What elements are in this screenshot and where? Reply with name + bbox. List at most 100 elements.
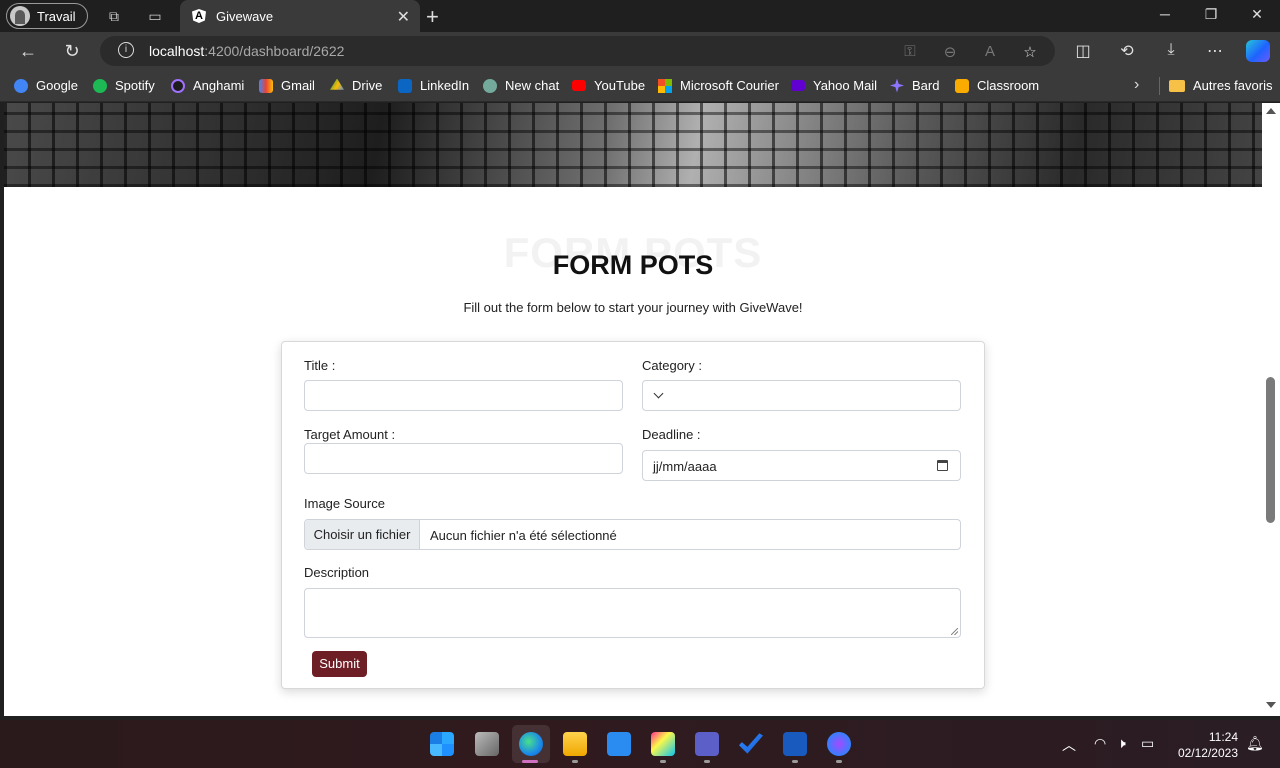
youtube-icon xyxy=(572,80,586,91)
pot-form: Title : Category : Target Amount : Deadl… xyxy=(281,341,985,689)
zoom-out-icon[interactable]: ⊖ xyxy=(940,43,960,61)
close-tab-icon[interactable]: ✕ xyxy=(397,7,410,27)
browser-toolbar: ← ↻ i localhost:4200/dashboard/2622 ⚿ ⊖ … xyxy=(0,32,1280,70)
bookmark-linkedin[interactable]: LinkedIn xyxy=(398,78,469,93)
active-app-indicator xyxy=(522,760,538,763)
choose-file-button[interactable]: Choisir un fichier xyxy=(305,520,420,549)
linkedin-icon xyxy=(398,78,412,93)
profile-button[interactable]: Travail xyxy=(6,3,88,29)
microsoft-icon xyxy=(658,78,672,93)
key-icon[interactable]: ⚿ xyxy=(900,43,920,60)
scroll-up-icon[interactable] xyxy=(1266,108,1276,114)
deadline-label: Deadline : xyxy=(642,427,701,442)
file-explorer-icon[interactable] xyxy=(563,732,587,756)
target-amount-label: Target Amount : xyxy=(304,427,396,442)
messenger-icon[interactable] xyxy=(827,732,851,756)
image-source-label: Image Source xyxy=(304,496,385,511)
copilot-icon[interactable] xyxy=(1246,40,1270,62)
history-icon[interactable]: ⟲ xyxy=(1116,41,1138,61)
yahoo-icon xyxy=(791,80,805,91)
chevron-up-icon[interactable]: ︿ xyxy=(1062,735,1076,755)
tab-actions-icon[interactable]: ▭ xyxy=(145,6,165,26)
bookmark-bard[interactable]: Bard xyxy=(890,78,939,93)
minimize-icon[interactable]: ─ xyxy=(1155,6,1175,22)
hero-banner-image xyxy=(4,103,1262,187)
category-select[interactable] xyxy=(642,380,961,411)
resize-handle-icon[interactable] xyxy=(951,628,958,635)
split-screen-icon[interactable]: ◫ xyxy=(1072,41,1094,61)
bookmark-drive[interactable]: Drive xyxy=(330,78,382,93)
bookmark-google[interactable]: Google xyxy=(14,78,78,93)
mail-icon[interactable] xyxy=(607,732,631,756)
refresh-icon[interactable]: ↻ xyxy=(60,40,84,62)
google-icon xyxy=(14,78,28,93)
browser-titlebar: Travail ⧉ ▭ A Givewave ✕ + ─ ❐ ✕ xyxy=(0,0,1280,32)
running-indicator xyxy=(792,760,798,763)
category-label: Category : xyxy=(642,358,702,373)
file-status-text: Aucun fichier n'a été sélectionné xyxy=(430,528,617,543)
more-menu-icon[interactable]: ⋯ xyxy=(1204,41,1226,61)
wifi-icon[interactable]: ◠ xyxy=(1094,735,1106,752)
url-text: localhost:4200/dashboard/2622 xyxy=(149,43,345,59)
windows-taskbar xyxy=(0,720,1280,768)
bookmarks-divider xyxy=(1159,77,1160,95)
title-input[interactable] xyxy=(304,380,623,411)
read-aloud-icon[interactable]: A xyxy=(980,43,1000,60)
back-icon[interactable]: ← xyxy=(16,40,40,62)
windows-start-icon[interactable] xyxy=(430,732,454,756)
bookmark-gmail[interactable]: Gmail xyxy=(259,78,315,93)
tab-title: Givewave xyxy=(216,8,274,24)
running-indicator xyxy=(704,760,710,763)
page-scrollbar[interactable] xyxy=(1262,103,1280,716)
scrollbar-thumb[interactable] xyxy=(1266,377,1275,523)
chatgpt-icon xyxy=(483,78,497,93)
anghami-icon xyxy=(171,78,185,93)
edge-icon[interactable] xyxy=(519,732,543,756)
word-icon[interactable] xyxy=(783,732,807,756)
new-tab-icon[interactable]: + xyxy=(426,4,439,30)
classroom-icon xyxy=(955,78,969,93)
page-viewport: FORM POTS FORM POTS Fill out the form be… xyxy=(4,103,1262,716)
notification-bell-icon[interactable]: 🔔︎ xyxy=(1246,735,1264,752)
downloads-icon[interactable]: ⤓ xyxy=(1160,41,1182,59)
submit-button[interactable]: Submit xyxy=(312,651,367,677)
teams-icon[interactable] xyxy=(695,732,719,756)
favorite-star-icon[interactable]: ☆ xyxy=(1020,43,1040,61)
task-view-icon[interactable] xyxy=(475,732,499,756)
target-amount-input[interactable] xyxy=(304,443,623,474)
profile-avatar xyxy=(10,6,30,26)
drive-icon xyxy=(330,78,344,90)
calendar-icon[interactable] xyxy=(937,460,948,471)
description-textarea[interactable] xyxy=(304,588,961,638)
page-subtitle: Fill out the form below to start your jo… xyxy=(463,300,803,315)
bookmark-yahoo-mail[interactable]: Yahoo Mail xyxy=(791,78,877,93)
bookmark-microsoft-courier[interactable]: Microsoft Courier xyxy=(658,78,779,93)
battery-icon[interactable]: ▭ xyxy=(1141,735,1154,752)
bookmark-spotify[interactable]: Spotify xyxy=(93,78,155,93)
scroll-down-icon[interactable] xyxy=(1266,702,1276,708)
workspaces-icon[interactable]: ⧉ xyxy=(104,6,124,26)
tab-givewave[interactable]: A Givewave ✕ xyxy=(180,0,420,32)
bookmark-new-chat[interactable]: New chat xyxy=(483,78,559,93)
site-info-icon[interactable]: i xyxy=(118,42,134,58)
running-indicator xyxy=(836,760,842,763)
volume-muted-icon[interactable]: 🕨 xyxy=(1117,735,1126,752)
spotify-icon xyxy=(93,78,107,93)
image-file-input[interactable]: Choisir un fichier Aucun fichier n'a été… xyxy=(304,519,961,550)
close-window-icon[interactable]: ✕ xyxy=(1247,6,1267,23)
chevron-right-icon[interactable]: › xyxy=(1134,76,1139,94)
address-bar[interactable]: i localhost:4200/dashboard/2622 ⚿ ⊖ A ☆ xyxy=(100,36,1055,66)
running-indicator xyxy=(660,760,666,763)
restore-icon[interactable]: ❐ xyxy=(1201,6,1221,23)
bookmark-youtube[interactable]: YouTube xyxy=(572,78,645,93)
bard-icon xyxy=(890,78,904,93)
gmail-icon xyxy=(259,78,273,93)
bookmark-classroom[interactable]: Classroom xyxy=(955,78,1039,93)
system-clock[interactable]: 11:24 02/12/2023 xyxy=(1170,729,1238,761)
clock-date: 02/12/2023 xyxy=(1177,746,1238,760)
bookmark-anghami[interactable]: Anghami xyxy=(171,78,244,93)
deadline-date-input[interactable]: jj/mm/aaaa xyxy=(642,450,961,481)
bookmark-other-favorites[interactable]: Autres favoris xyxy=(1169,78,1272,93)
intellij-icon[interactable] xyxy=(651,732,675,756)
profile-label: Travail xyxy=(37,8,76,24)
